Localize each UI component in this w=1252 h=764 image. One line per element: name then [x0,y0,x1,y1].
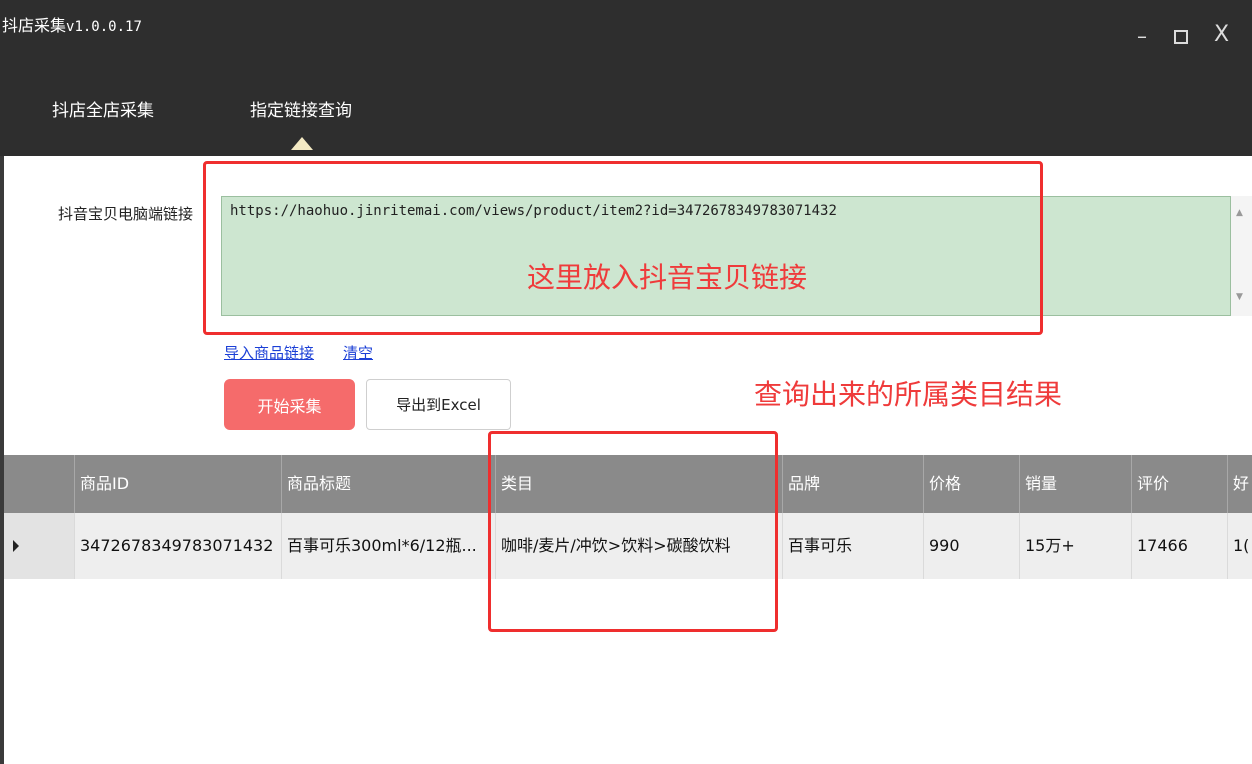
clear-link[interactable]: 清空 [343,342,373,363]
scroll-up-icon[interactable]: ▲ [1236,208,1243,218]
column-header-price[interactable]: 价格 [924,455,1020,513]
window-title: 抖店采集v1.0.0.17 [2,12,142,36]
start-collect-button[interactable]: 开始采集 [224,379,355,430]
result-annotation-text: 查询出来的所属类目结果 [754,378,1063,411]
title-bar: 抖店采集v1.0.0.17 – X 抖店全店采集 指定链接查询 [0,0,1252,156]
tab-full-shop-collect[interactable]: 抖店全店采集 [52,96,154,121]
app-version: v1.0.0.17 [66,19,142,35]
cell-title[interactable]: 百事可乐300ml*6/12瓶... [282,513,496,579]
minimize-icon[interactable]: – [1137,24,1147,48]
app-name: 抖店采集 [2,16,67,35]
cell-next[interactable]: 1( [1228,513,1252,579]
export-excel-button[interactable]: 导出到Excel [366,379,511,430]
close-icon[interactable]: X [1214,22,1229,47]
cell-price[interactable]: 990 [924,513,1020,579]
link-input-scrollbar[interactable]: ▲ ▼ [1231,196,1252,316]
cell-reviews[interactable]: 17466 [1132,513,1228,579]
link-annotation-text: 这里放入抖音宝贝链接 [527,261,808,294]
column-header-sales[interactable]: 销量 [1020,455,1132,513]
row-header-corner [4,455,75,513]
column-header-next[interactable]: 好 [1228,455,1252,513]
category-annotation-box [488,431,778,632]
link-annotation-box [203,161,1043,335]
column-header-reviews[interactable]: 评价 [1132,455,1228,513]
row-pointer-icon [13,540,19,552]
column-header-title[interactable]: 商品标题 [282,455,496,513]
cell-sales[interactable]: 15万+ [1020,513,1132,579]
cell-product-id[interactable]: 3472678349783071432 [75,513,282,579]
row-selector[interactable] [4,513,75,579]
import-links-link[interactable]: 导入商品链接 [224,342,314,363]
scroll-down-icon[interactable]: ▼ [1236,292,1243,302]
cell-brand[interactable]: 百事可乐 [783,513,924,579]
column-header-brand[interactable]: 品牌 [783,455,924,513]
link-field-label: 抖音宝贝电脑端链接 [58,205,194,223]
tab-link-query[interactable]: 指定链接查询 [250,96,352,121]
maximize-icon[interactable] [1174,30,1188,44]
active-tab-indicator [291,137,313,150]
column-header-product-id[interactable]: 商品ID [75,455,282,513]
